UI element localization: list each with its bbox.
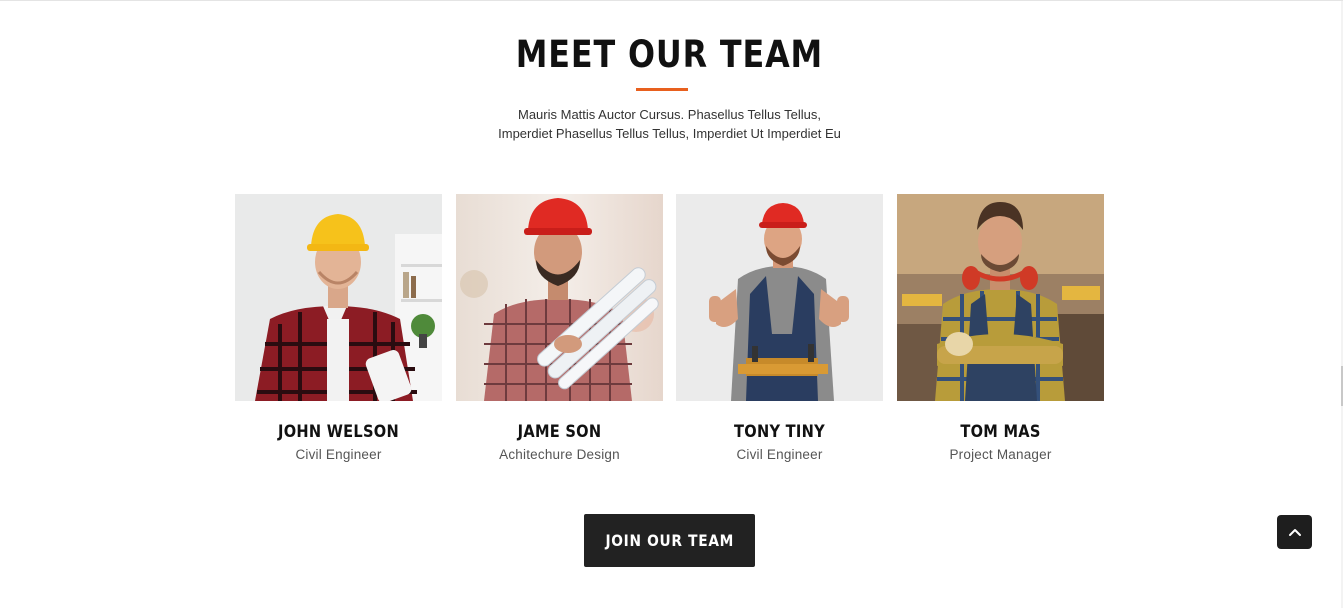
team-member-name: JAME SON [517, 422, 602, 442]
team-member-name: TONY TINY [734, 422, 825, 442]
chevron-up-icon [1288, 529, 1301, 536]
join-our-team-label: JOIN OUR TEAM [605, 531, 734, 550]
title-underline [636, 88, 688, 91]
team-member-role: Project Manager [949, 447, 1052, 462]
team-member-photo[interactable] [235, 194, 442, 401]
team-member-card: JOHN WELSON Civil Engineer [235, 194, 442, 464]
worker-photo-icon [456, 194, 663, 401]
team-member-name: JOHN WELSON [278, 422, 399, 442]
intro-line-2: Imperdiet Phasellus Tellus Tellus, Imper… [498, 126, 841, 141]
team-member-card: TOM MAS Project Manager [897, 194, 1104, 464]
section-title: MEET OUR TEAM [515, 33, 824, 76]
back-to-top-button[interactable] [1277, 515, 1312, 549]
section-intro: Mauris Mattis Auctor Cursus. Phasellus T… [0, 105, 1339, 143]
team-member-card: JAME SON Achitechure Design [456, 194, 663, 464]
worker-photo-icon [676, 194, 883, 401]
worker-photo-icon [897, 194, 1104, 401]
team-member-photo[interactable] [676, 194, 883, 401]
team-member-role: Civil Engineer [736, 447, 823, 462]
team-member-photo[interactable] [456, 194, 663, 401]
team-member-name: TOM MAS [960, 422, 1041, 442]
team-member-role: Achitechure Design [499, 447, 620, 462]
intro-line-1: Mauris Mattis Auctor Cursus. Phasellus T… [518, 107, 821, 122]
team-member-role: Civil Engineer [295, 447, 382, 462]
worker-photo-icon [235, 194, 442, 401]
join-our-team-button[interactable]: JOIN OUR TEAM [584, 514, 755, 567]
team-member-card: TONY TINY Civil Engineer [676, 194, 883, 464]
team-section: MEET OUR TEAM Mauris Mattis Auctor Cursu… [0, 0, 1343, 608]
team-member-photo[interactable] [897, 194, 1104, 401]
